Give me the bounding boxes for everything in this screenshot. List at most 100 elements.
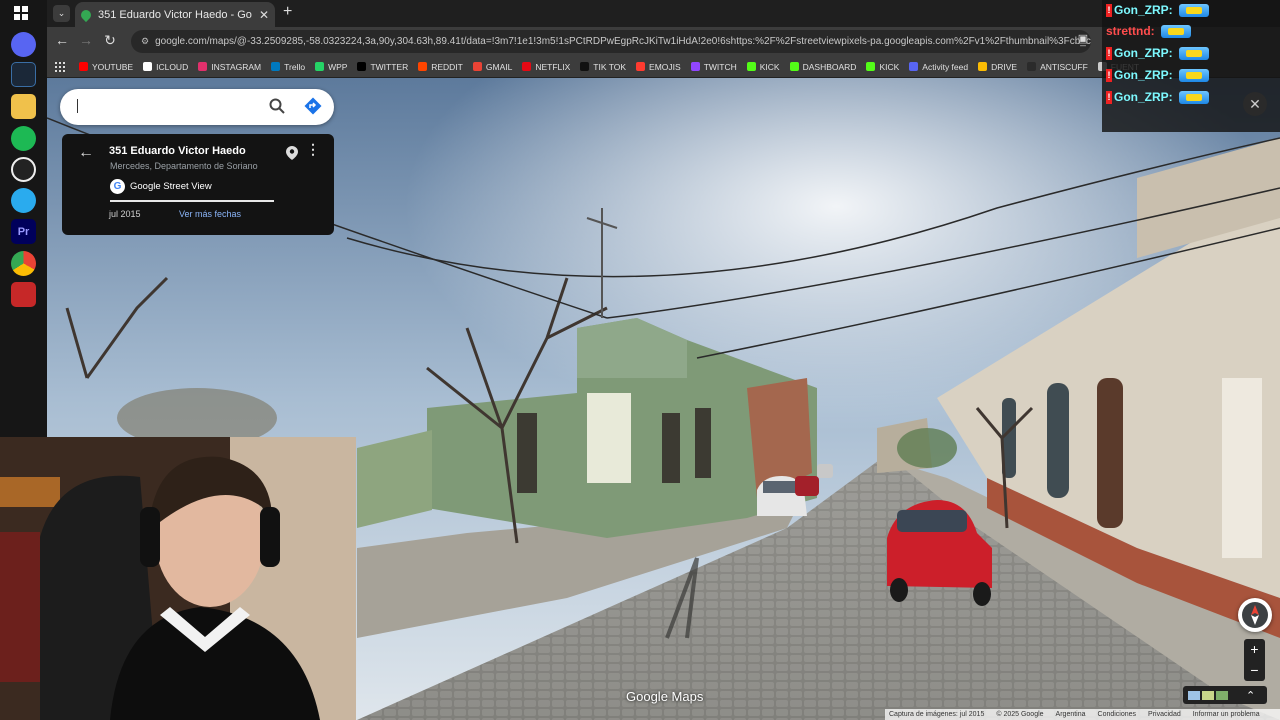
app-icon[interactable] (11, 282, 36, 307)
bookmark-label: TWITCH (703, 61, 737, 72)
more-dates-link[interactable]: Ver más fechas (179, 209, 241, 219)
tab-title: 351 Eduardo Victor Haedo - Go (98, 8, 252, 21)
steam-icon[interactable] (11, 62, 36, 87)
chat-badge-icon: ! (1106, 68, 1112, 82)
compass-icon[interactable] (1238, 598, 1272, 632)
imagery-capture-date: Captura de imágenes: jul 2015 (889, 711, 985, 718)
chrome-icon[interactable] (11, 251, 36, 276)
bookmark-favicon-icon (143, 62, 153, 71)
divider (110, 200, 274, 202)
bookmark-item[interactable]: TWITTER (357, 62, 408, 72)
chat-emote-icon (1178, 46, 1209, 60)
bookmark-item[interactable]: KICK (746, 61, 780, 72)
bookmark-favicon-icon (271, 62, 281, 71)
tab-google-maps[interactable]: 351 Eduardo Victor Haedo - Go ✕ (75, 2, 275, 27)
back-button[interactable]: ← (53, 32, 71, 48)
privacy-link[interactable]: Privacidad (1148, 711, 1181, 718)
bookmark-favicon-icon (978, 62, 988, 71)
site-info-icon[interactable]: ⚙ (141, 36, 149, 47)
forward-button[interactable]: → (77, 32, 95, 48)
bookmark-item[interactable]: NETFLIX (522, 62, 570, 72)
chat-message: strettnd: (1106, 24, 1191, 38)
windows-start-icon[interactable] (11, 3, 31, 23)
new-tab-button[interactable]: + (283, 3, 292, 21)
address-region: Mercedes, Departamento de Soriano (110, 161, 258, 171)
bookmark-favicon-icon (746, 62, 756, 71)
bookmark-label: Trello (284, 61, 306, 72)
bookmark-favicon-icon (522, 62, 532, 71)
bookmark-item[interactable]: Activity feed (909, 62, 968, 72)
bookmark-label: DASHBOARD (802, 61, 857, 72)
chat-badge-icon: ! (1106, 90, 1112, 104)
zoom-in-button[interactable]: + (1244, 639, 1265, 660)
spotify-icon[interactable] (11, 126, 36, 151)
bookmark-favicon-icon (580, 62, 590, 71)
bookmark-item[interactable]: ICLOUD (143, 62, 188, 72)
bookmark-item[interactable]: REDDIT (418, 62, 463, 72)
country-link[interactable]: Argentina (1056, 711, 1086, 718)
expand-icon[interactable]: ⌃ (1246, 689, 1255, 702)
bookmark-favicon-icon (79, 62, 88, 71)
zoom-out-button[interactable]: − (1244, 660, 1265, 681)
copyright: © 2025 Google (996, 711, 1044, 718)
bookmark-item[interactable]: GMAIL (472, 62, 512, 72)
bookmark-item[interactable]: TIK TOK (580, 62, 626, 72)
url-text: google.com/maps/@-33.2509285,-58.0323224… (155, 36, 1091, 47)
maps-favicon-icon (78, 7, 94, 22)
bookmarks-bar: YOUTUBE ICLOUD INSTAGRAM Trello WPP TWITTER RE… (47, 56, 1280, 78)
bookmark-label: NETFLIX (535, 61, 571, 72)
reload-button[interactable]: ↻ (101, 32, 119, 49)
discord-icon[interactable] (11, 32, 36, 57)
bookmark-item[interactable]: ANTISCUFF (1027, 62, 1088, 72)
bookmark-label: KICK (759, 61, 780, 72)
bookmark-item[interactable]: EMOJIS (636, 62, 681, 72)
thumbnail-icon[interactable] (1188, 690, 1200, 700)
bookmark-favicon-icon (690, 62, 700, 71)
apps-grid-icon[interactable] (55, 61, 65, 72)
close-tab-icon[interactable]: ✕ (259, 8, 269, 22)
bookmark-item[interactable]: Trello (271, 62, 305, 72)
back-arrow-icon[interactable]: ← (78, 144, 94, 162)
chat-emote-icon (1178, 90, 1209, 104)
google-maps-watermark: Google Maps (626, 689, 704, 704)
bookmark-label: TWITTER (370, 61, 409, 72)
street-view-info-card: ← 351 Eduardo Victor Haedo Mercedes, Dep… (62, 134, 334, 235)
bookmark-favicon-icon (315, 62, 325, 71)
google-logo-icon: G (110, 179, 125, 194)
bookmark-label: DRIVE (991, 61, 1018, 72)
tab-search-button[interactable]: ⌄ (53, 5, 70, 22)
location-pin-icon[interactable] (286, 146, 298, 165)
install-app-icon[interactable]: ▣ (1074, 32, 1092, 45)
chat-username: Gon_ZRP: (1114, 90, 1173, 104)
chat-username: Gon_ZRP: (1114, 68, 1173, 82)
bookmark-item[interactable]: TWITCH (690, 61, 737, 72)
bookmark-item[interactable]: WPP (315, 62, 347, 72)
address-bar[interactable]: ⚙ google.com/maps/@-33.2509285,-58.03232… (131, 30, 1091, 53)
chat-emote-icon (1160, 24, 1191, 38)
close-icon[interactable]: ✕ (1243, 92, 1267, 116)
bookmark-item[interactable]: KICK (866, 62, 899, 72)
bookmark-item[interactable]: INSTAGRAM (198, 62, 261, 72)
bookmark-label: KICK (879, 61, 900, 72)
bookmark-label: ANTISCUFF (1040, 61, 1088, 72)
bookmark-item[interactable]: YOUTUBE (79, 62, 133, 72)
bookmark-label: ICLOUD (156, 61, 189, 72)
report-problem-link[interactable]: Informar un problema (1193, 711, 1260, 718)
directions-icon[interactable] (304, 97, 322, 120)
telegram-icon[interactable] (11, 188, 36, 213)
imagery-source-label: Google Street View (130, 181, 212, 192)
chat-username: strettnd: (1106, 24, 1155, 38)
obs-icon[interactable] (11, 157, 36, 182)
file-explorer-icon[interactable] (11, 94, 36, 119)
terms-link[interactable]: Condiciones (1098, 711, 1137, 718)
chat-badge-icon: ! (1106, 46, 1112, 60)
browser-toolbar: ← → ↻ ⚙ google.com/maps/@-33.2509285,-58… (47, 27, 1280, 56)
thumbnail-icon[interactable] (1216, 690, 1228, 700)
thumbnail-icon[interactable] (1202, 690, 1214, 700)
premiere-icon[interactable]: Pr (11, 219, 36, 244)
search-icon[interactable] (269, 98, 285, 119)
bookmark-item[interactable]: DASHBOARD (789, 61, 857, 72)
maps-search-box[interactable] (60, 89, 334, 125)
bookmark-item[interactable]: DRIVE (978, 62, 1017, 72)
more-options-icon[interactable]: ⋮ (306, 142, 320, 156)
